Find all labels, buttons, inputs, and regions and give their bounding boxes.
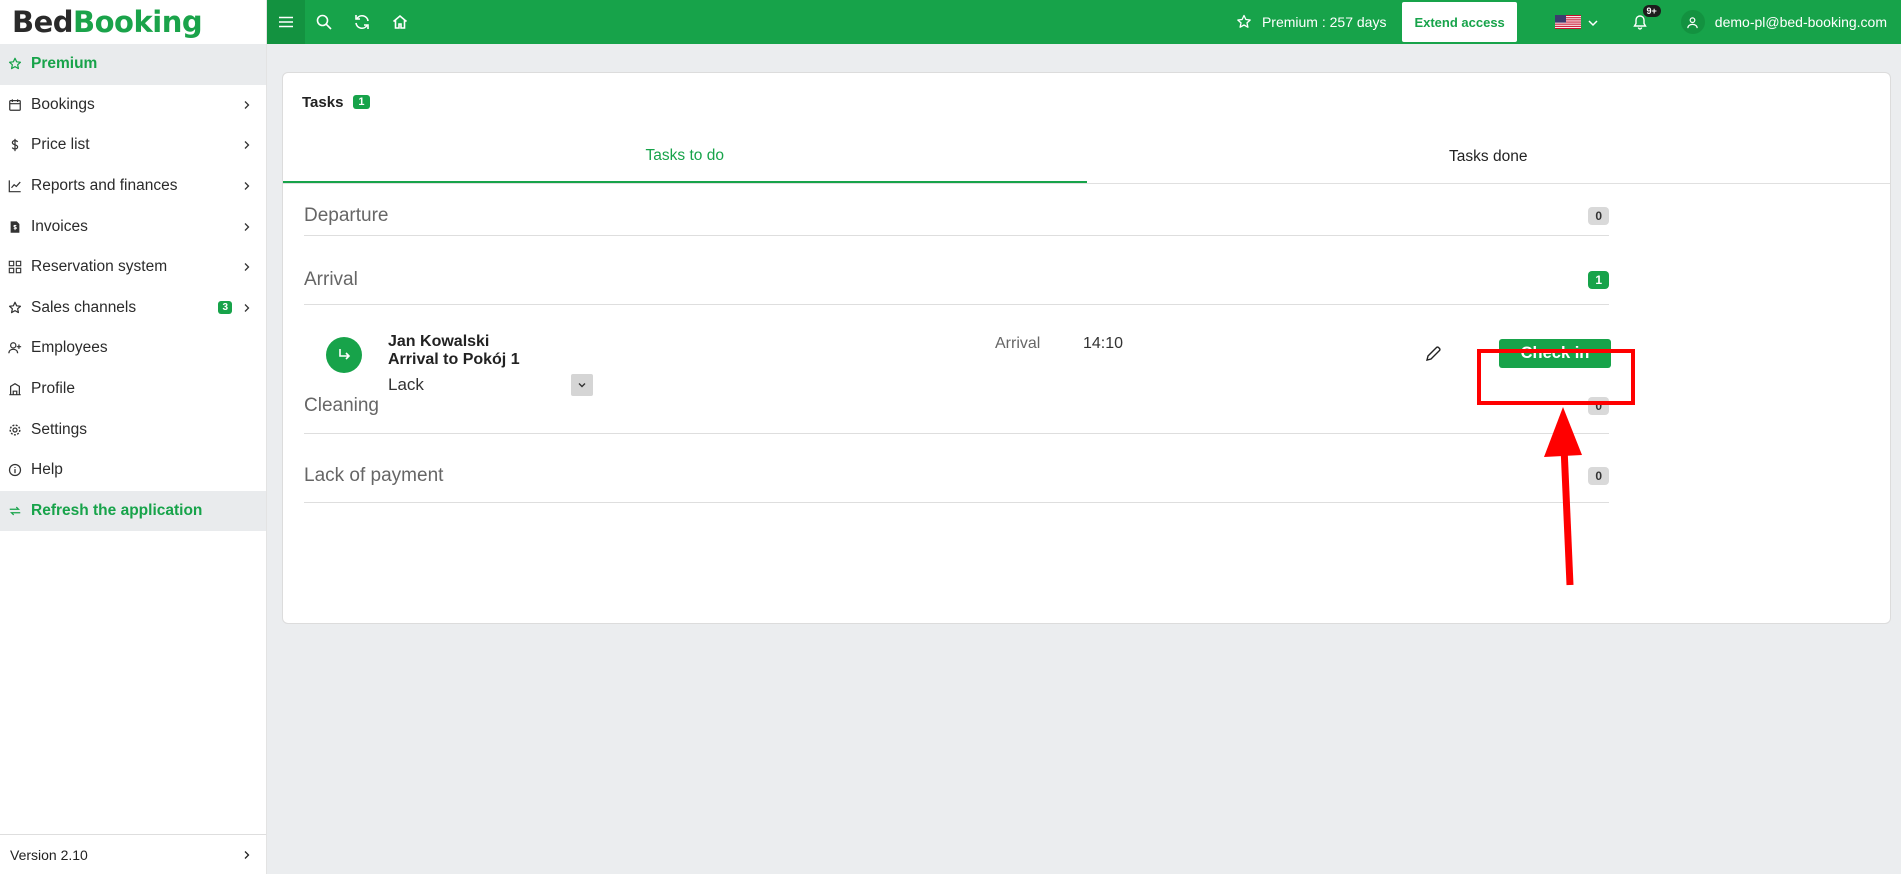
section-label: Arrival	[304, 269, 358, 290]
premium-days-label: Premium : 257 days	[1261, 14, 1387, 30]
sidebar-item-price-list[interactable]: Price list	[0, 125, 266, 166]
sidebar-item-label: Help	[31, 461, 63, 479]
avatar	[1680, 10, 1705, 34]
section-count-badge: 0	[1588, 466, 1609, 485]
home-icon	[392, 14, 408, 29]
search-icon	[316, 14, 332, 30]
task-time: 14:10	[1083, 335, 1124, 352]
sidebar-item-settings[interactable]: Settings	[0, 409, 266, 450]
sidebar-item-label: Bookings	[31, 95, 95, 113]
user-icon	[1687, 16, 1699, 28]
sidebar-item-sales-channels[interactable]: Sales channels 3	[0, 288, 266, 329]
chevron-right-icon	[242, 100, 252, 110]
star-icon	[8, 301, 22, 315]
chevron-right-icon	[242, 303, 252, 313]
section-departure[interactable]: Departure 0	[304, 197, 1609, 236]
tab-tasks-to-do[interactable]: Tasks to do	[283, 131, 1087, 183]
sidebar-item-premium[interactable]: Premium	[0, 44, 266, 85]
tasks-card: Tasks 1 Tasks to do Tasks done Departure…	[282, 72, 1891, 624]
app-logo[interactable]: Bed Booking	[0, 0, 266, 44]
sidebar-item-help[interactable]: Help	[0, 450, 266, 491]
section-count-badge: 1	[1588, 271, 1609, 289]
arrival-room: Arrival to Pokój 1	[388, 351, 520, 368]
tab-tasks-done[interactable]: Tasks done	[1087, 131, 1891, 183]
sidebar-item-label: Price list	[31, 136, 90, 154]
dollar-icon	[8, 138, 22, 152]
chart-icon	[8, 179, 22, 193]
section-label: Departure	[304, 205, 389, 226]
sidebar-item-label: Premium	[31, 55, 98, 73]
version-footer[interactable]: Version 2.10	[0, 834, 266, 874]
refresh-button[interactable]	[343, 0, 381, 44]
edit-task-button[interactable]	[1421, 342, 1445, 366]
guest-name: Jan Kowalski	[388, 333, 490, 350]
arrival-arrow-icon	[326, 337, 362, 373]
grid-icon	[8, 260, 22, 274]
sidebar: Bed Booking Premium Bookings Price list R…	[0, 0, 267, 874]
notifications-button[interactable]: 9+	[1629, 5, 1661, 33]
sales-channels-count-badge: 3	[218, 301, 232, 315]
user-email: demo-pl@bed-booking.com	[1714, 14, 1887, 30]
sidebar-item-label: Reports and finances	[31, 177, 178, 195]
sidebar-nav: Premium Bookings Price list Reports and …	[0, 44, 266, 532]
sidebar-item-employees[interactable]: Employees	[0, 328, 266, 369]
refresh-icon	[8, 504, 22, 518]
sidebar-item-invoices[interactable]: Invoices	[0, 206, 266, 247]
language-chevron-down-icon[interactable]	[1587, 16, 1599, 28]
star-icon	[8, 57, 22, 71]
invoice-icon	[8, 220, 22, 234]
sidebar-item-label: Employees	[31, 339, 108, 357]
star-icon	[1237, 14, 1251, 28]
tasks-title: Tasks	[302, 93, 344, 111]
sidebar-item-label: Refresh the application	[31, 501, 203, 519]
annotation-arrow-icon	[1544, 407, 1582, 586]
sidebar-item-label: Reservation system	[31, 258, 168, 276]
logo-text-bed: Bed	[12, 5, 74, 39]
user-menu[interactable]: demo-pl@bed-booking.com	[1680, 10, 1887, 34]
sidebar-item-refresh[interactable]: Refresh the application	[0, 490, 266, 532]
us-flag-icon[interactable]	[1554, 15, 1581, 29]
building-icon	[8, 382, 22, 396]
refresh-icon	[355, 14, 369, 30]
gear-icon	[8, 423, 22, 437]
premium-status[interactable]: Premium : 257 days	[1236, 14, 1387, 30]
hamburger-icon	[279, 16, 293, 28]
tasks-tabs: Tasks to do Tasks done	[283, 131, 1890, 184]
sidebar-item-label: Sales channels	[31, 298, 137, 316]
section-label: Lack of payment	[304, 464, 444, 486]
tasks-count-badge: 1	[353, 95, 370, 109]
logo-text-booking: Booking	[73, 5, 203, 39]
section-count-badge: 0	[1588, 207, 1609, 225]
section-cleaning[interactable]: Cleaning 0	[304, 379, 1609, 434]
section-lack-of-payment[interactable]: Lack of payment 0	[304, 449, 1609, 503]
sidebar-item-bookings[interactable]: Bookings	[0, 85, 266, 126]
notifications-count-badge: 9+	[1642, 5, 1661, 17]
sidebar-item-profile[interactable]: Profile	[0, 369, 266, 410]
task-type-label: Arrival	[995, 335, 1041, 352]
version-label: Version 2.10	[10, 846, 88, 863]
top-bar: Premium : 257 days Extend access 9+ demo…	[267, 0, 1901, 44]
section-label: Cleaning	[304, 395, 379, 416]
home-button[interactable]	[381, 0, 419, 44]
sidebar-item-label: Profile	[31, 380, 75, 398]
menu-toggle-button[interactable]	[267, 0, 305, 44]
chevron-right-icon	[242, 262, 252, 272]
sidebar-item-label: Invoices	[31, 217, 88, 235]
search-button[interactable]	[305, 0, 343, 44]
pencil-icon	[1426, 346, 1441, 361]
sidebar-item-reservation-system[interactable]: Reservation system	[0, 247, 266, 288]
extend-access-button[interactable]: Extend access	[1402, 2, 1517, 42]
info-icon	[8, 463, 22, 477]
sidebar-item-label: Settings	[31, 420, 88, 438]
chevron-right-icon	[242, 222, 252, 232]
tasks-card-header: Tasks 1	[283, 73, 1890, 131]
chevron-right-icon	[242, 140, 252, 150]
calendar-icon	[8, 98, 22, 112]
chevron-right-icon	[242, 850, 252, 860]
chevron-right-icon	[242, 181, 252, 191]
section-arrival[interactable]: Arrival 1	[304, 256, 1609, 305]
sidebar-item-reports[interactable]: Reports and finances	[0, 166, 266, 207]
user-plus-icon	[8, 341, 22, 355]
